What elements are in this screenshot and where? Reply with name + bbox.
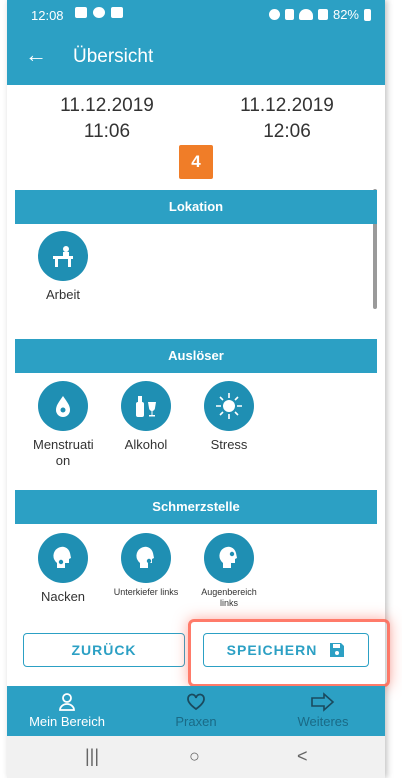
start-datetime: 11.12.2019 11:06 <box>27 93 187 145</box>
section-pain-location-header: Schmerzstelle <box>15 490 377 524</box>
wifi-icon <box>298 9 313 20</box>
nav-label-practices: Praxen <box>175 714 217 729</box>
back-button-label: ZURÜCK <box>71 642 137 658</box>
section-triggers-header: Auslöser <box>15 339 377 373</box>
trigger-label-alcohol: Alkohol <box>124 437 168 452</box>
floppy-disk-icon <box>330 643 345 657</box>
nav-item-my-area[interactable]: Mein Bereich <box>7 692 127 729</box>
home-icon[interactable]: ○ <box>189 746 200 767</box>
start-time: 11:06 <box>83 121 131 142</box>
end-time: 12:06 <box>263 121 311 142</box>
recent-apps-icon[interactable]: ||| <box>85 746 99 767</box>
lower-jaw-icon <box>136 546 154 568</box>
alarm-icon <box>268 9 280 20</box>
person-icon <box>59 693 75 711</box>
page-title: Übersicht <box>73 46 154 67</box>
mute-icon <box>284 9 294 20</box>
desk-work-icon <box>53 246 73 267</box>
bottom-navigation: Mein Bereich Praxen Weiteres <box>7 686 385 736</box>
neck-icon <box>53 546 71 568</box>
pain-label-eye-area-left: Augenbereich links <box>201 587 257 608</box>
end-datetime: 11.12.2019 12:06 <box>207 93 367 145</box>
trigger-label-stress: Stress <box>210 437 248 452</box>
forward-arrow-icon <box>311 692 335 712</box>
system-navigation-bar: ||| ○ < <box>7 736 385 778</box>
app-frame: 12:08 82% ← Übersicht 11.12.2019 11:06 1… <box>7 0 390 778</box>
whatsapp-icon <box>93 7 105 18</box>
back-button[interactable]: ZURÜCK <box>23 633 185 667</box>
battery-icon <box>364 8 371 21</box>
alcohol-icon <box>136 396 156 417</box>
signal-icon <box>317 9 328 20</box>
start-date: 11.12.2019 <box>60 95 154 116</box>
trigger-item-stress[interactable]: Stress <box>194 381 264 453</box>
pain-item-neck[interactable]: Nacken <box>28 533 98 605</box>
app-bar: ← Übersicht <box>7 30 385 85</box>
nav-item-more[interactable]: Weiteres <box>263 692 383 729</box>
pain-label-neck: Nacken <box>40 589 86 604</box>
stress-icon <box>216 393 242 419</box>
trigger-label-menstruation: Menstruati on <box>33 437 94 468</box>
duration-badge: 4 <box>179 145 213 179</box>
save-button[interactable]: SPEICHERN <box>203 633 369 667</box>
location-item-work[interactable]: Arbeit <box>28 231 98 303</box>
nav-label-my-area: Mein Bereich <box>29 714 105 729</box>
end-date: 11.12.2019 <box>240 95 334 116</box>
pain-item-eye-area-left[interactable]: Augenbereich links <box>194 533 264 609</box>
heart-icon <box>187 693 205 711</box>
battery-percent: 82% <box>332 7 359 22</box>
system-back-icon[interactable]: < <box>297 746 308 767</box>
overview-content: 11.12.2019 11:06 11.12.2019 12:06 4 Loka… <box>7 85 390 687</box>
gallery-icon <box>75 7 87 18</box>
eye-area-icon <box>219 546 237 568</box>
section-location-header: Lokation <box>15 190 377 224</box>
menstruation-icon <box>56 396 70 417</box>
trigger-item-alcohol[interactable]: Alkohol <box>111 381 181 453</box>
pain-label-lower-jaw-left: Unterkiefer links <box>113 587 179 597</box>
status-bar: 12:08 82% <box>7 0 385 30</box>
location-label-work: Arbeit <box>46 287 80 302</box>
nav-label-more: Weiteres <box>297 714 349 729</box>
nav-item-practices[interactable]: Praxen <box>136 692 256 729</box>
back-arrow-icon[interactable]: ← <box>25 44 47 66</box>
trigger-item-menstruation[interactable]: Menstruati on <box>28 381 98 469</box>
pain-item-lower-jaw-left[interactable]: Unterkiefer links <box>111 533 181 598</box>
status-time: 12:08 <box>31 8 64 23</box>
save-button-label: SPEICHERN <box>226 642 318 658</box>
mail-icon <box>111 7 123 18</box>
